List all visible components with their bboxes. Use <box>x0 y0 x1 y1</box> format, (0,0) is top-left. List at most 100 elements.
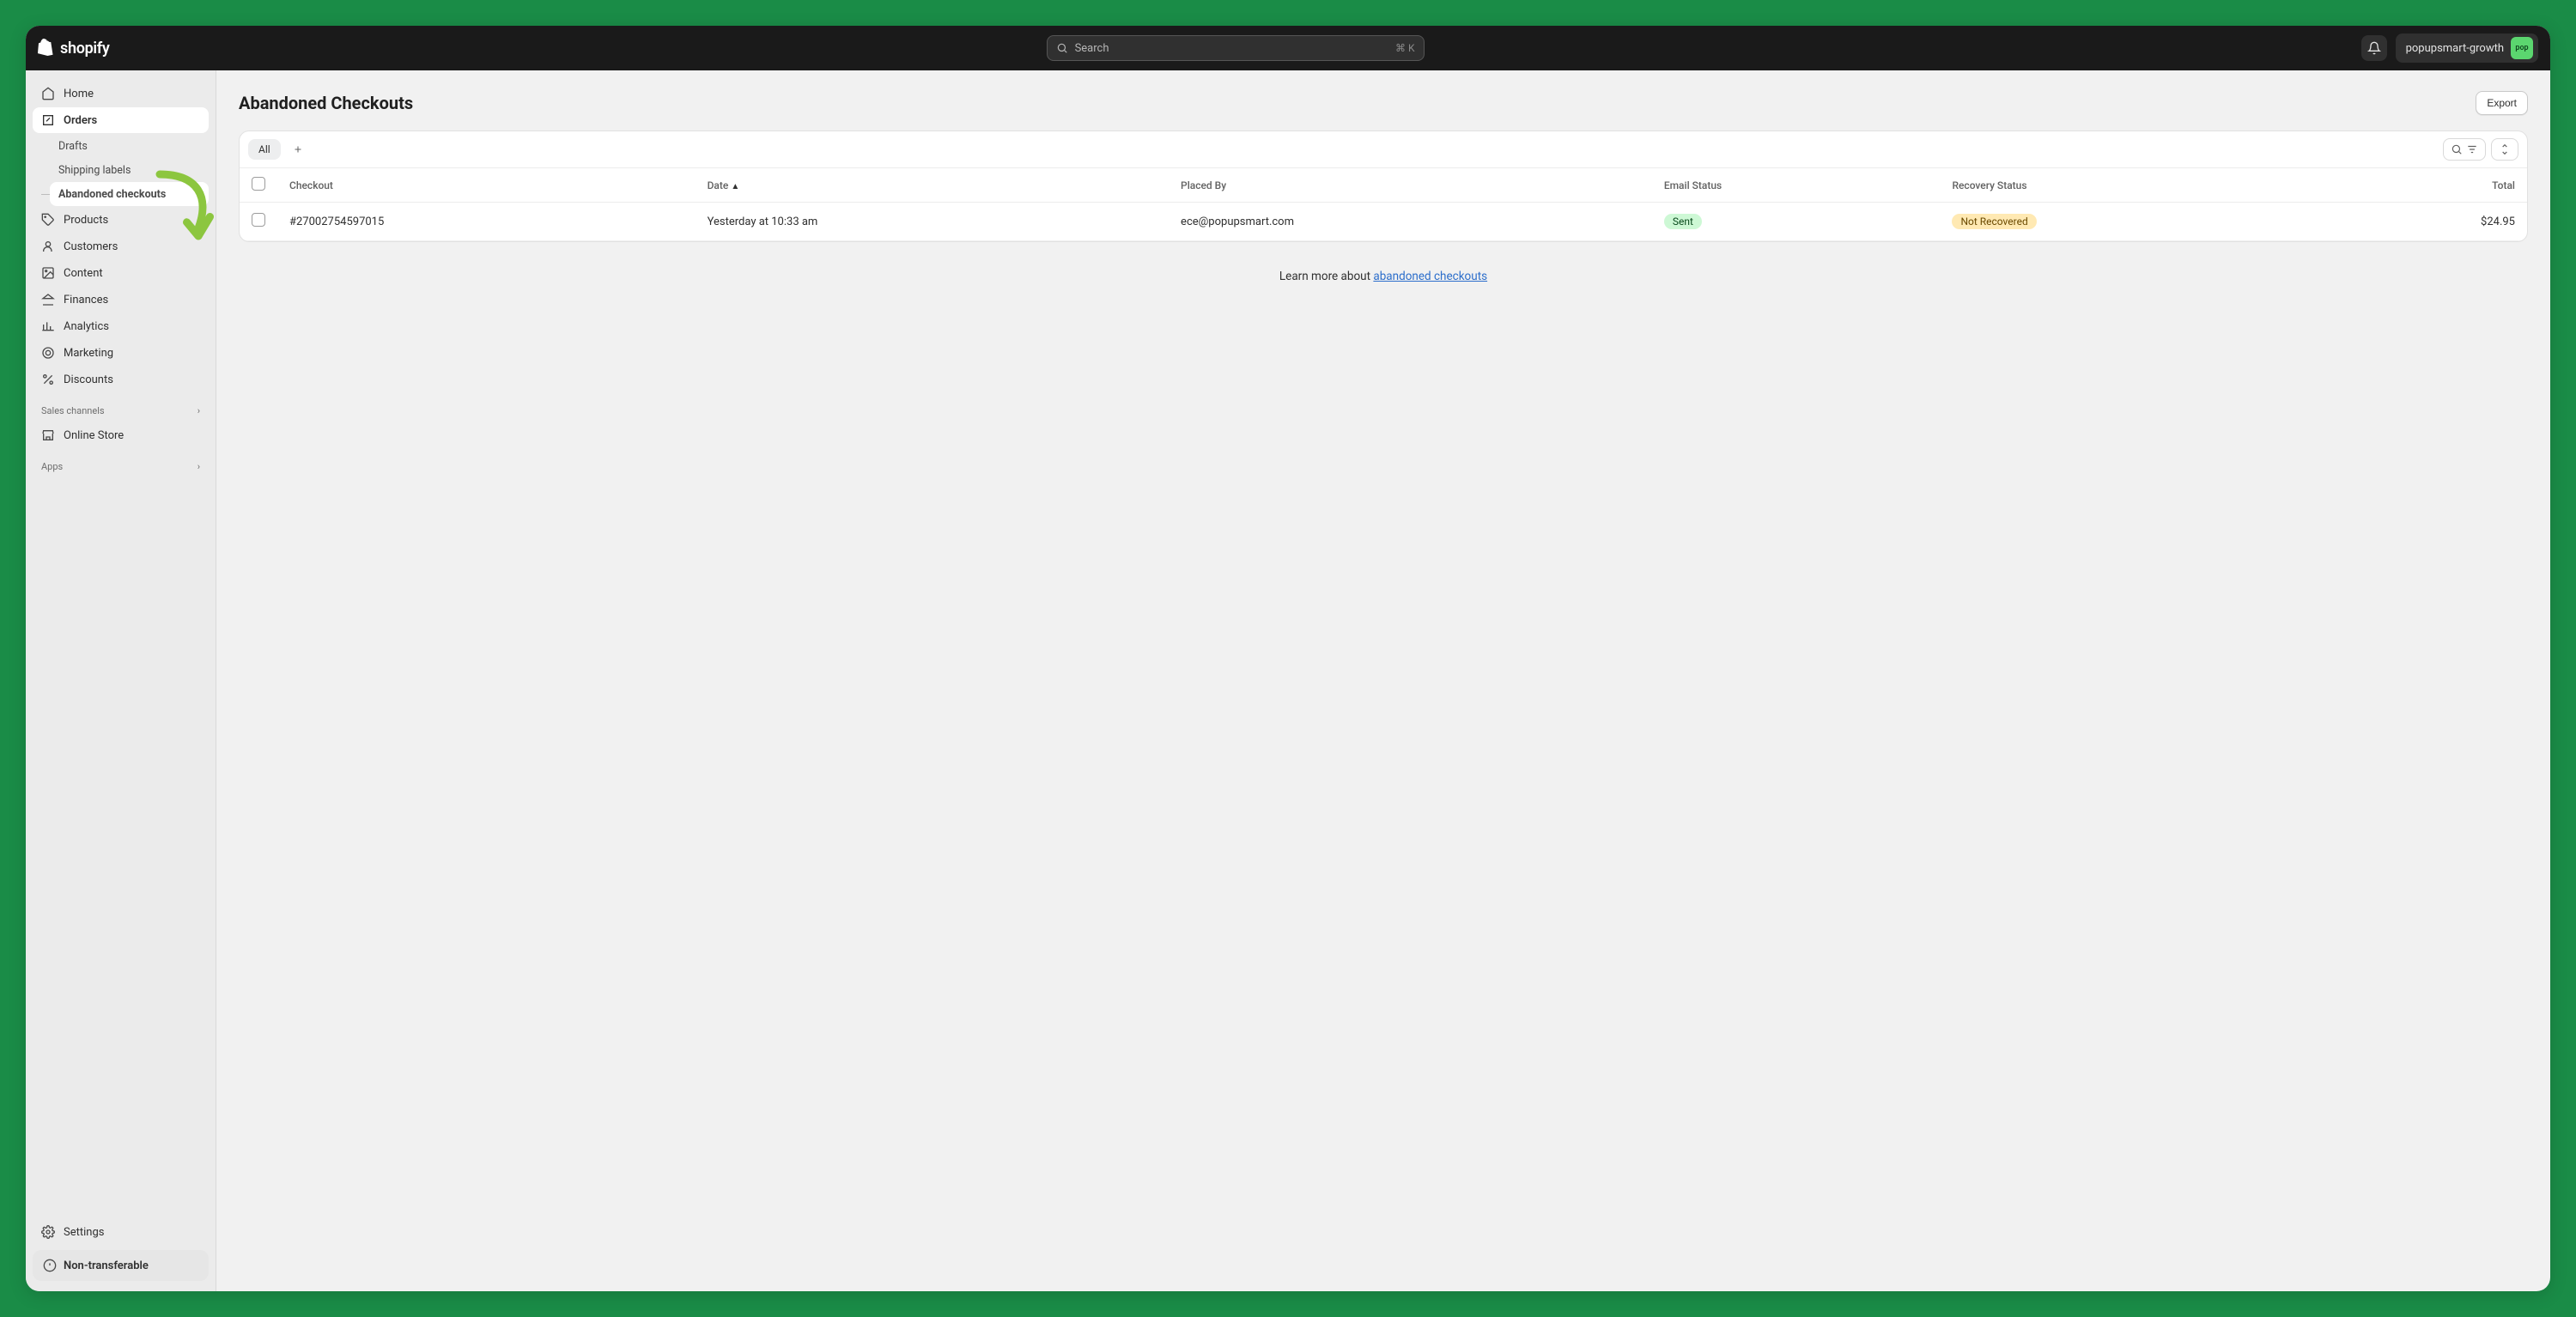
notifications-button[interactable] <box>2361 35 2387 61</box>
row-total: $24.95 <box>2322 203 2527 241</box>
nav-orders[interactable]: Orders <box>33 107 209 133</box>
nav-shipping-labels[interactable]: Shipping labels <box>50 158 209 182</box>
image-icon <box>41 266 55 280</box>
nav-discounts[interactable]: Discounts <box>33 367 209 392</box>
page-title: Abandoned Checkouts <box>239 93 413 113</box>
nav-customers[interactable]: Customers <box>33 234 209 259</box>
export-button[interactable]: Export <box>2476 91 2528 115</box>
header-checkout[interactable]: Checkout <box>277 168 696 203</box>
nav-orders-sub: Drafts Shipping labels Abandoned checkou… <box>33 134 209 206</box>
store-avatar: pop <box>2511 37 2533 59</box>
section-apps[interactable]: Apps › <box>33 449 209 477</box>
learn-more-text: Learn more about abandoned checkouts <box>239 258 2528 288</box>
filter-icon <box>2466 143 2478 155</box>
row-checkout[interactable]: #27002754597015 <box>277 203 696 241</box>
nav-label: Settings <box>64 1226 104 1239</box>
brand-text: shopify <box>60 39 110 58</box>
nav-products[interactable]: Products <box>33 207 209 233</box>
search-icon <box>1056 42 1068 54</box>
row-recovery-status: Not Recovered <box>1940 203 2321 241</box>
nav-label: Drafts <box>58 140 88 153</box>
shopify-bag-icon <box>38 39 55 58</box>
store-icon <box>41 428 55 442</box>
home-icon <box>41 87 55 100</box>
table-header-row: Checkout Date▲ Placed By Email Status Re… <box>240 168 2527 203</box>
chart-icon <box>41 319 55 333</box>
search-input[interactable]: Search ⌘ K <box>1047 35 1425 61</box>
row-placed-by: ece@popupsmart.com <box>1169 203 1652 241</box>
header-date[interactable]: Date▲ <box>696 168 1169 203</box>
gear-icon <box>41 1225 55 1239</box>
nav-label: Orders <box>64 114 97 127</box>
header-recovery-status[interactable]: Recovery Status <box>1940 168 2321 203</box>
header-total[interactable]: Total <box>2322 168 2527 203</box>
section-title: Sales channels <box>41 405 105 416</box>
percent-icon <box>41 373 55 386</box>
target-icon <box>41 346 55 360</box>
checkouts-table: Checkout Date▲ Placed By Email Status Re… <box>240 168 2527 241</box>
header-email-status[interactable]: Email Status <box>1652 168 1941 203</box>
nav-label: Customers <box>64 240 118 253</box>
nav-label: Shipping labels <box>58 164 131 177</box>
nav-online-store[interactable]: Online Store <box>33 422 209 448</box>
status-badge: Not Recovered <box>1952 214 2036 229</box>
learn-more-link[interactable]: abandoned checkouts <box>1373 270 1487 283</box>
main-content: Abandoned Checkouts Export All <box>216 70 2550 1291</box>
table-row[interactable]: #27002754597015 Yesterday at 10:33 am ec… <box>240 203 2527 241</box>
body: Home Orders Drafts Shipping labels Aband… <box>26 70 2550 1291</box>
chevron-right-icon: › <box>197 405 200 416</box>
app-frame: shopify Search ⌘ K popupsmart-growth pop <box>26 26 2550 1291</box>
primary-nav: Home Orders Drafts Shipping labels Aband… <box>33 81 209 477</box>
nav-analytics[interactable]: Analytics <box>33 313 209 339</box>
status-badge: Sent <box>1664 214 1702 229</box>
page-header: Abandoned Checkouts Export <box>239 91 2528 115</box>
row-email-status: Sent <box>1652 203 1941 241</box>
chevron-right-icon: › <box>197 461 200 472</box>
sort-indicator-icon: ▲ <box>731 182 739 191</box>
brand-logo[interactable]: shopify <box>38 39 110 58</box>
bell-icon <box>2367 41 2381 55</box>
header-placed-by[interactable]: Placed By <box>1169 168 1652 203</box>
banner-text: Non-transferable <box>64 1259 149 1272</box>
header-select-all <box>240 168 277 203</box>
section-title: Apps <box>41 461 63 472</box>
select-all-checkbox[interactable] <box>252 177 265 191</box>
nav-label: Online Store <box>64 429 124 442</box>
info-icon <box>43 1259 57 1272</box>
row-select-cell <box>240 203 277 241</box>
sort-button[interactable] <box>2491 138 2518 161</box>
store-menu[interactable]: popupsmart-growth pop <box>2396 33 2538 63</box>
sidebar: Home Orders Drafts Shipping labels Aband… <box>26 70 216 1291</box>
orders-icon <box>41 113 55 127</box>
sidebar-bottom: Settings Non-transferable <box>33 1219 209 1281</box>
nav-content[interactable]: Content <box>33 260 209 286</box>
nav-drafts[interactable]: Drafts <box>50 134 209 158</box>
search-filter-button[interactable] <box>2443 138 2486 161</box>
nav-settings[interactable]: Settings <box>33 1219 209 1245</box>
nav-label: Analytics <box>64 320 109 333</box>
tab-add-button[interactable] <box>286 138 310 161</box>
nav-label: Content <box>64 267 103 280</box>
sort-icon <box>2499 143 2511 155</box>
row-date: Yesterday at 10:33 am <box>696 203 1169 241</box>
checkouts-card: All <box>239 130 2528 242</box>
user-icon <box>41 240 55 253</box>
topbar-right: popupsmart-growth pop <box>2361 33 2538 63</box>
bank-icon <box>41 293 55 306</box>
section-sales-channels[interactable]: Sales channels › <box>33 393 209 422</box>
store-name: popupsmart-growth <box>2406 42 2504 55</box>
tab-all[interactable]: All <box>248 139 281 160</box>
nav-label: Marketing <box>64 347 113 360</box>
search-icon <box>2451 143 2463 155</box>
card-tabs: All <box>240 131 2527 168</box>
nav-label: Home <box>64 88 94 100</box>
nav-label: Abandoned checkouts <box>58 188 166 201</box>
nav-abandoned-checkouts[interactable]: Abandoned checkouts <box>50 182 209 206</box>
nav-home[interactable]: Home <box>33 81 209 106</box>
nav-label: Discounts <box>64 373 113 386</box>
row-checkbox[interactable] <box>252 213 265 227</box>
nav-finances[interactable]: Finances <box>33 287 209 313</box>
card-tools <box>2443 138 2518 161</box>
nav-marketing[interactable]: Marketing <box>33 340 209 366</box>
nav-label: Finances <box>64 294 108 306</box>
